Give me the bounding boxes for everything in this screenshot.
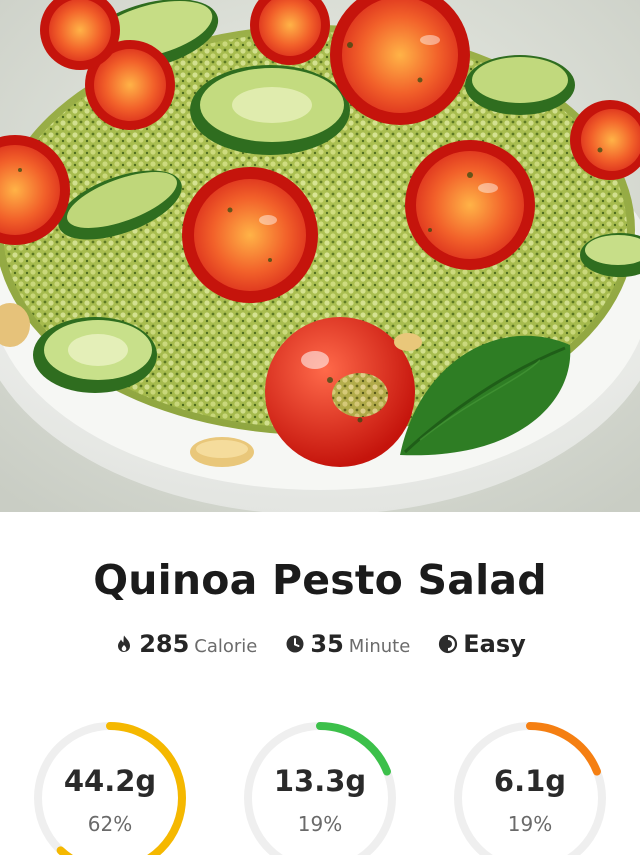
macro-rings: 44.2g 62% 13.3g 19% 6.1g 19% (0, 718, 640, 855)
recipe-title: Quinoa Pesto Salad (93, 556, 547, 604)
difficulty-stat: Easy (438, 630, 526, 658)
macro-ring: 13.3g 19% (240, 718, 400, 855)
macro-amount: 13.3g (273, 764, 367, 798)
macro-percent: 19% (297, 812, 343, 836)
recipe-stats: 285 Calorie 35 Minute Easy (0, 630, 640, 658)
macro-ring: 6.1g 19% (450, 718, 610, 855)
time-value: 35 (310, 630, 344, 658)
time-stat: 35 Minute (285, 630, 410, 658)
clock-icon (286, 635, 304, 653)
time-unit: Minute (348, 636, 411, 657)
recipe-photo (0, 0, 640, 512)
flame-icon (118, 635, 131, 652)
macro-amount: 6.1g (493, 764, 567, 798)
half-circle-icon (439, 634, 458, 654)
macro-percent: 19% (507, 812, 553, 836)
calories-unit: Calorie (194, 636, 258, 657)
macro-percent: 62% (87, 812, 133, 836)
macro-amount: 44.2g (63, 764, 157, 798)
calories-stat: 285 Calorie (114, 630, 257, 658)
difficulty-value: Easy (463, 630, 526, 658)
calories-value: 285 (139, 630, 190, 658)
macro-ring: 44.2g 62% (30, 718, 190, 855)
